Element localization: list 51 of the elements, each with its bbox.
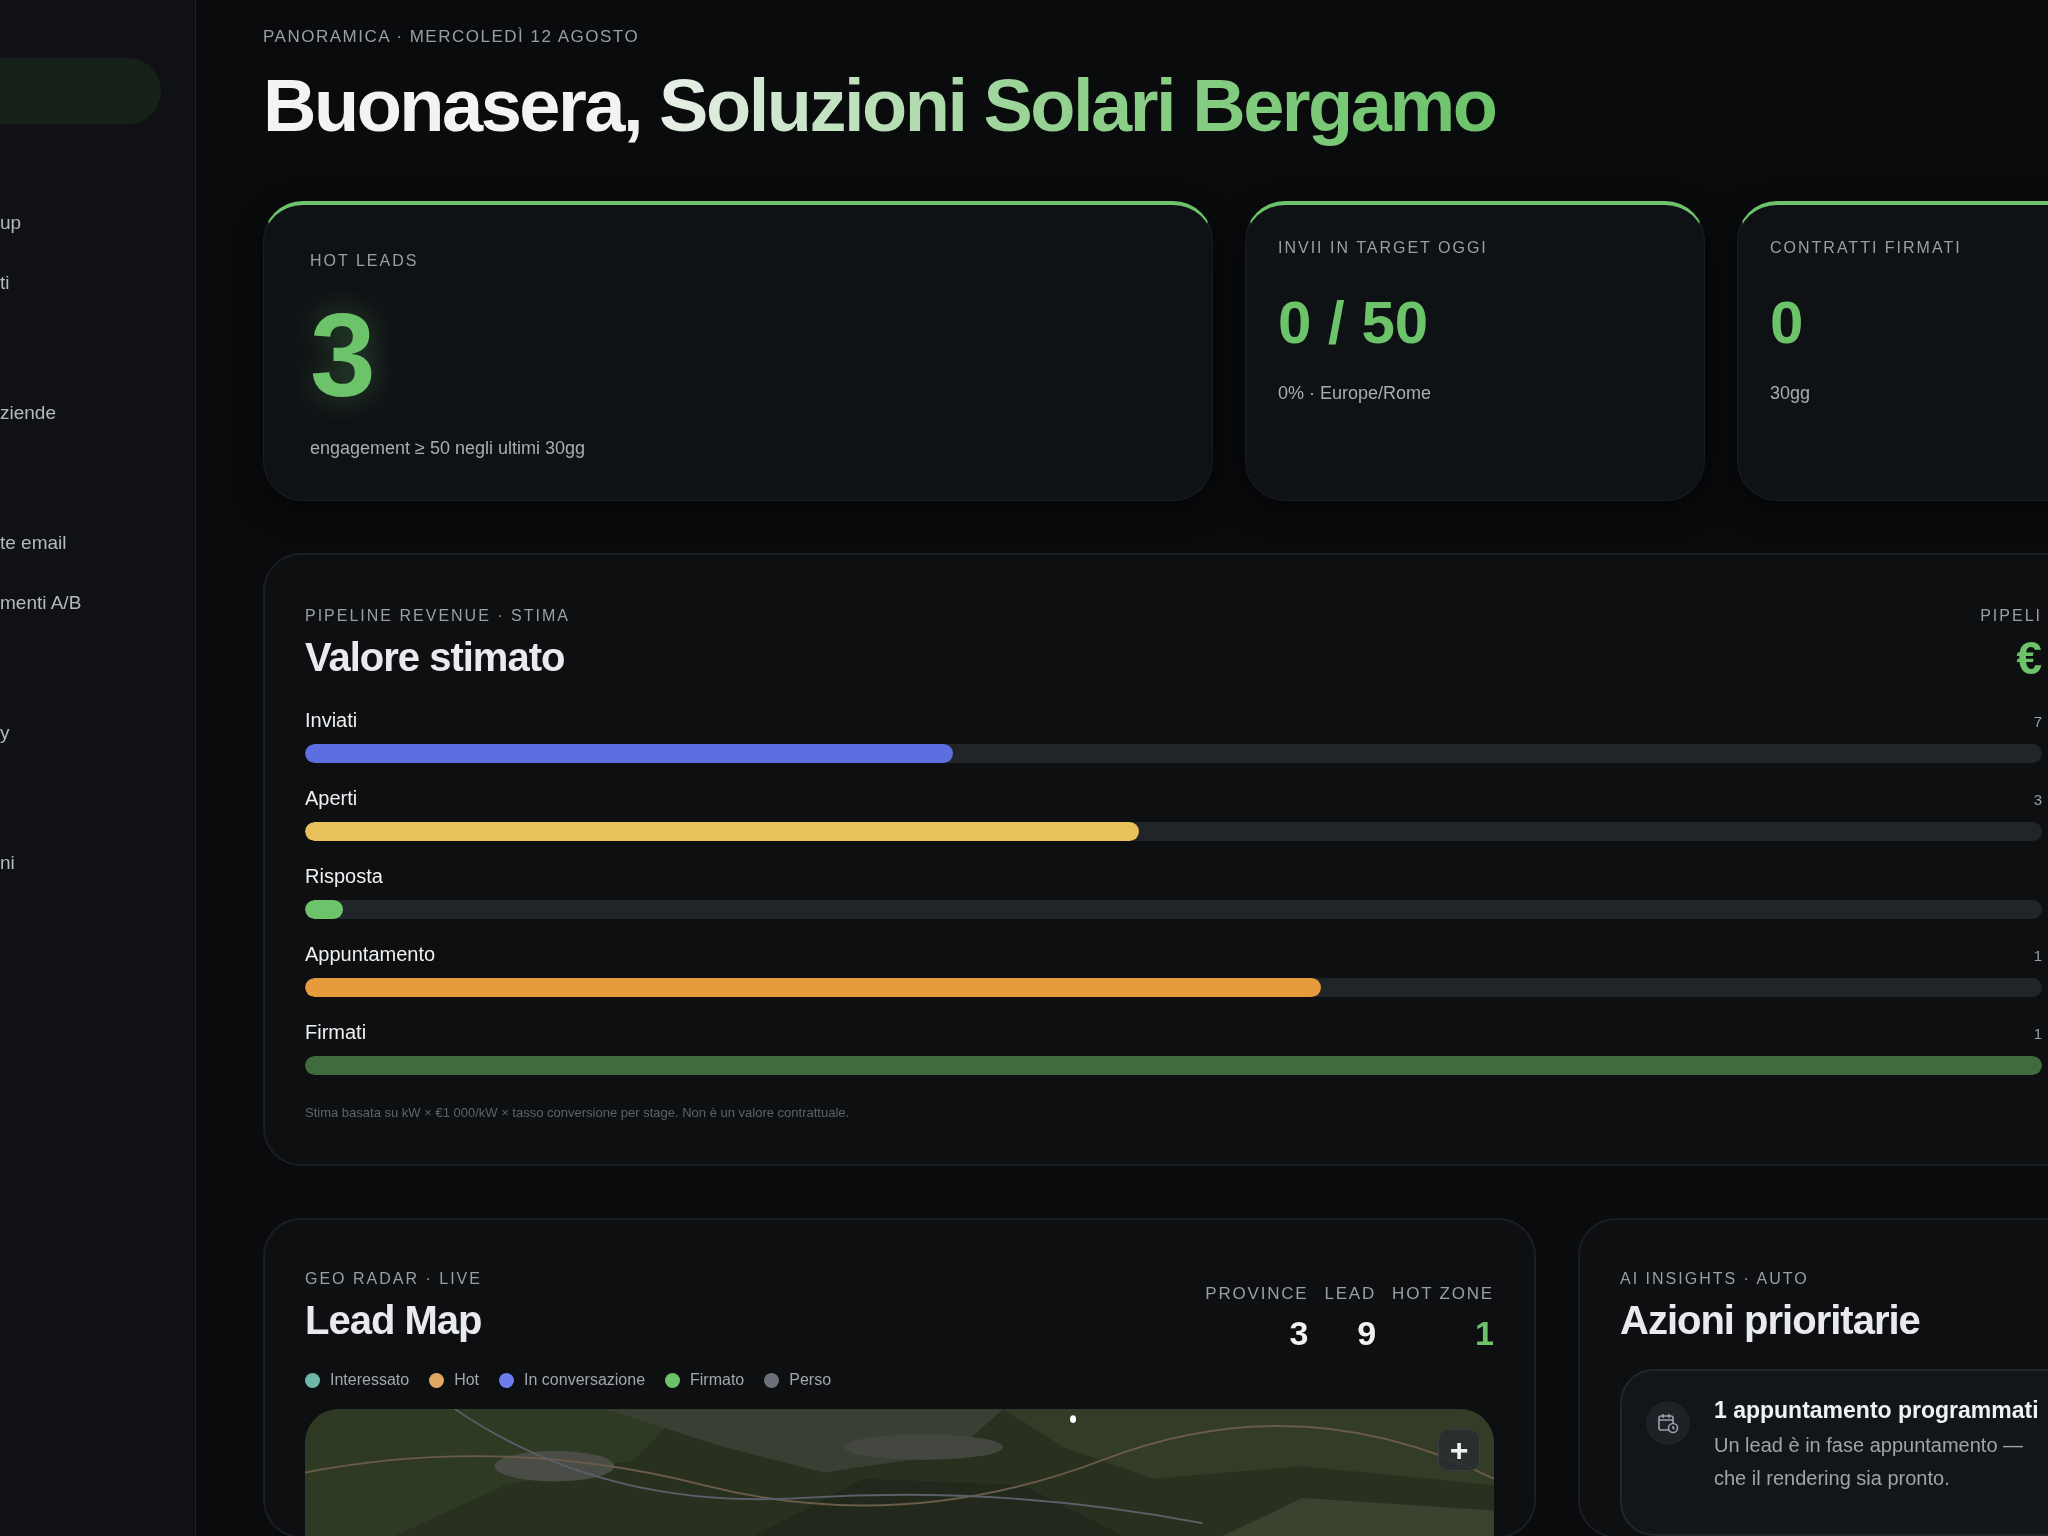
date-caption: PANORAMICA · MERCOLEDÌ 12 AGOSTO xyxy=(263,27,641,47)
sidebar-item[interactable]: up xyxy=(0,212,22,234)
kpi-value: 0 xyxy=(1770,293,1804,353)
stat-label: HOT ZONE xyxy=(1392,1284,1494,1304)
panel-eyebrow: PIPELINE REVENUE · STIMA xyxy=(305,607,570,625)
sidebar-item[interactable]: ziende xyxy=(0,402,56,424)
legend-label: Interessato xyxy=(330,1371,410,1389)
stage-count: 1 xyxy=(2033,1025,2042,1042)
kpi-note: 0% · Europe/Rome xyxy=(1278,383,1432,404)
total-label: PIPELI xyxy=(1980,607,2042,625)
total-value: € xyxy=(2016,631,2042,685)
zoom-in-button[interactable]: + xyxy=(1438,1429,1480,1471)
stage-label: Firmati xyxy=(305,1021,367,1044)
insight-text: Un lead è in fase appuntamento — xyxy=(1714,1434,2025,1457)
panel-title: Lead Map xyxy=(305,1298,482,1343)
insight-text: che il rendering sia pronto. xyxy=(1714,1467,1951,1490)
footnote: Stima basata su kW × €1 000/kW × tasso conversione per stage. Non è un valore contrattuale. xyxy=(305,1105,850,1120)
panel-title: Azioni prioritarie xyxy=(1620,1298,1920,1343)
panel-eyebrow: GEO RADAR · LIVE xyxy=(305,1270,482,1288)
panel-title: Valore stimato xyxy=(305,635,566,680)
kpi-value: 3 xyxy=(310,296,376,414)
calendar-clock-icon xyxy=(1646,1401,1690,1445)
sidebar-item[interactable]: menti A/B xyxy=(0,592,82,614)
kpi-label: CONTRATTI FIRMATI xyxy=(1770,239,1962,257)
stage-label: Appuntamento xyxy=(305,943,436,966)
legend-label: Hot xyxy=(454,1371,480,1389)
stat-label: LEAD xyxy=(1324,1284,1377,1304)
stat-label: PROVINCE xyxy=(1205,1284,1309,1304)
stage-label: Inviati xyxy=(305,709,358,732)
kpi-note: engagement ≥ 50 negli ultimi 30gg xyxy=(310,438,586,459)
panel-eyebrow: AI INSIGHTS · AUTO xyxy=(1620,1270,1809,1288)
stage-count: 1 xyxy=(2033,947,2042,964)
sidebar-item[interactable]: ni xyxy=(0,852,15,874)
stat-value: 1 xyxy=(1475,1314,1494,1353)
stat-value: 3 xyxy=(1289,1314,1309,1353)
stage-label: Risposta xyxy=(305,865,383,888)
sidebar-item[interactable]: ti xyxy=(0,272,10,294)
legend-label: In conversazione xyxy=(524,1371,646,1389)
stage-label: Aperti xyxy=(305,787,358,810)
kpi-label: HOT LEADS xyxy=(310,252,419,270)
stat-value: 9 xyxy=(1357,1314,1377,1353)
sidebar-item[interactable]: y xyxy=(0,722,10,744)
kpi-value: 0 / 50 xyxy=(1278,293,1429,353)
insight-title: 1 appuntamento programmati xyxy=(1714,1397,2039,1424)
stage-count: 3 xyxy=(2033,791,2042,808)
legend-label: Firmato xyxy=(690,1371,745,1389)
stage-count: 7 xyxy=(2033,713,2042,730)
sidebar-item[interactable]: te email xyxy=(0,532,67,554)
kpi-note: 30gg xyxy=(1770,383,1811,404)
legend-label: Perso xyxy=(789,1371,832,1389)
kpi-label: INVII IN TARGET OGGI xyxy=(1278,239,1488,257)
